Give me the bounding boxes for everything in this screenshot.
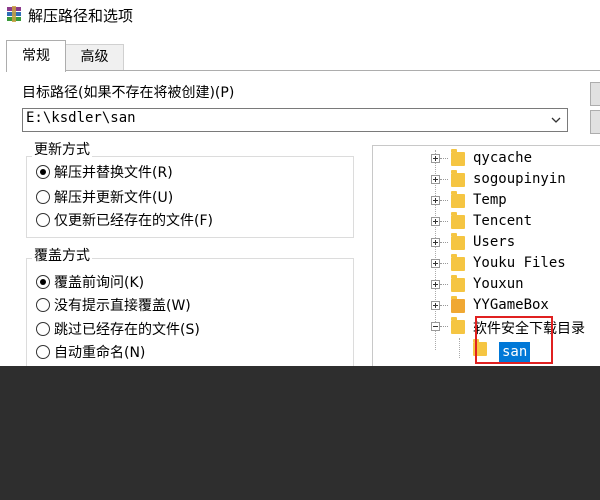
bottom-overlay [0, 366, 600, 500]
window-title: 解压路径和选项 [28, 7, 134, 25]
chevron-down-icon[interactable] [549, 112, 563, 128]
radio-button[interactable] [36, 165, 50, 179]
expand-icon[interactable] [431, 280, 440, 289]
tree-item-label: Users [473, 234, 516, 250]
expand-icon[interactable] [431, 301, 440, 310]
option-auto-rename[interactable]: 自动重命名(N) [36, 343, 145, 363]
option-ask-before-overwrite[interactable]: 覆盖前询问(K) [36, 273, 144, 293]
folder-icon [451, 254, 465, 271]
expand-icon[interactable] [431, 196, 440, 205]
folder-icon [451, 191, 465, 208]
expand-icon[interactable] [431, 175, 440, 184]
folder-icon [451, 170, 465, 187]
tree-item-label: YYGameBox [473, 297, 549, 313]
tree-item-label: qycache [473, 150, 533, 166]
option-overwrite-without-prompt[interactable]: 没有提示直接覆盖(W) [36, 296, 191, 316]
title-bar: 解压路径和选项 [0, 0, 600, 30]
path-combo[interactable]: E:\ksdler\san [22, 108, 568, 132]
folder-icon [451, 317, 465, 334]
highlight-box [475, 316, 553, 364]
tree-item-label: Tencent [473, 213, 533, 229]
path-label: 目标路径(如果不存在将被创建)(P) [22, 85, 235, 101]
radio-button[interactable] [36, 298, 50, 312]
expand-icon[interactable] [431, 217, 440, 226]
option-extract-replace[interactable]: 解压并替换文件(R) [36, 163, 173, 183]
tree-item-label: sogoupinyin [473, 171, 566, 187]
folder-icon [451, 275, 465, 292]
option-label: 解压并替换文件(R) [54, 165, 173, 181]
option-label: 仅更新已经存在的文件(F) [54, 213, 213, 229]
expand-icon[interactable] [431, 154, 440, 163]
radio-button[interactable] [36, 275, 50, 289]
winrar-icon [7, 6, 21, 22]
expand-icon[interactable] [431, 238, 440, 247]
option-extract-update[interactable]: 解压并更新文件(U) [36, 188, 173, 208]
folder-icon [451, 233, 465, 250]
folder-icon [451, 149, 465, 166]
show-button[interactable] [590, 82, 600, 106]
tree-item-label: Youxun [473, 276, 524, 292]
radio-button[interactable] [36, 322, 50, 336]
expand-icon[interactable] [431, 259, 440, 268]
game-folder-icon [451, 296, 465, 313]
new-folder-button[interactable] [590, 110, 600, 134]
tab-advanced[interactable]: 高级 [66, 44, 124, 70]
option-label: 跳过已经存在的文件(S) [54, 322, 200, 338]
folder-icon [451, 212, 465, 229]
option-label: 覆盖前询问(K) [54, 275, 145, 291]
tab-divider [6, 70, 600, 71]
overwrite-mode-title: 覆盖方式 [32, 245, 92, 265]
radio-button[interactable] [36, 345, 50, 359]
update-mode-title: 更新方式 [32, 139, 92, 159]
option-label: 自动重命名(N) [54, 345, 146, 361]
tab-general[interactable]: 常规 [6, 40, 66, 72]
tree-item-label: Youku Files [473, 255, 566, 271]
radio-button[interactable] [36, 190, 50, 204]
path-input[interactable]: E:\ksdler\san [26, 110, 136, 126]
option-label: 没有提示直接覆盖(W) [54, 298, 191, 314]
option-skip-existing[interactable]: 跳过已经存在的文件(S) [36, 320, 200, 340]
collapse-icon[interactable] [431, 322, 440, 331]
tree-item-label: Temp [473, 192, 507, 208]
option-label: 解压并更新文件(U) [54, 190, 174, 206]
radio-button[interactable] [36, 213, 50, 227]
option-update-existing[interactable]: 仅更新已经存在的文件(F) [36, 211, 213, 231]
tree-guide-line [459, 338, 460, 358]
